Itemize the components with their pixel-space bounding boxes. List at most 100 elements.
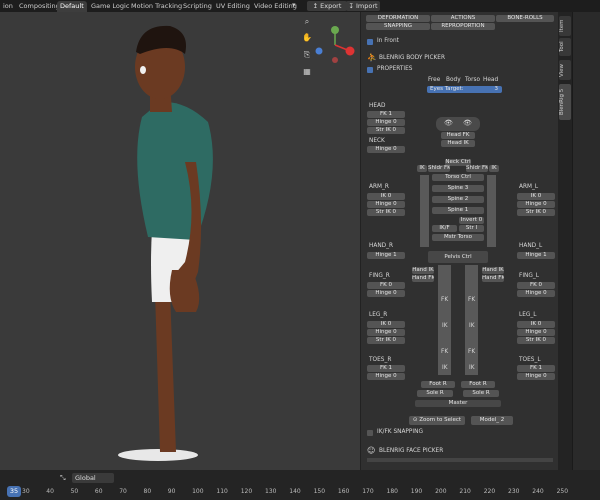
shoulder-l-fk[interactable]: Shldr FK	[466, 165, 488, 172]
invert-toggle[interactable]: Invert 0	[459, 217, 484, 224]
reproportion-button[interactable]: REPROPORTION	[431, 23, 495, 30]
tab-compositing[interactable]: Compositing	[16, 1, 63, 12]
shoulder-r-ik[interactable]: IK	[417, 165, 427, 172]
head-str-ik-toggle[interactable]: Str IK 0	[367, 127, 405, 134]
eyes-target-slider[interactable]: Eyes Target: 3	[427, 86, 502, 93]
hand-r-hinge-toggle[interactable]: Hinge 1	[367, 252, 405, 259]
frame-tick: 90	[167, 488, 176, 495]
tab-scripting[interactable]: Scripting	[180, 1, 215, 12]
zoom-to-select-button[interactable]: ⊙ Zoom to Select	[409, 416, 465, 425]
str-i-toggle[interactable]: Str I	[459, 225, 484, 232]
pelvis-ctrl-bone[interactable]: Pelvis Ctrl	[428, 251, 488, 263]
face-picker-scroll[interactable]	[367, 458, 553, 462]
fing-l-hinge-toggle[interactable]: Hinge 0	[517, 290, 555, 297]
frame-tick: 230	[508, 488, 520, 495]
arm-l-ik-toggle[interactable]: IK 0	[517, 193, 555, 200]
navigation-gizmo[interactable]	[313, 24, 355, 66]
shoulder-l-ik[interactable]: IK	[489, 165, 499, 172]
zoom-icon[interactable]: ⌕	[300, 16, 314, 27]
neck-hinge-toggle[interactable]: Hinge 0	[367, 146, 405, 153]
outliner-panel[interactable]	[572, 12, 600, 470]
leg-l-ik-toggle[interactable]: IK 0	[517, 321, 555, 328]
tab-item[interactable]: Item	[559, 16, 571, 36]
pin-icon[interactable]: ▾	[292, 1, 296, 9]
leg-l-hinge-toggle[interactable]: Hinge 0	[517, 329, 555, 336]
leg-r-hinge-toggle[interactable]: Hinge 0	[367, 329, 405, 336]
arm-r-ik-toggle[interactable]: IK 0	[367, 193, 405, 200]
head-fk-toggle[interactable]: FK 1	[367, 111, 405, 118]
arm-l-hinge-toggle[interactable]: Hinge 0	[517, 201, 555, 208]
leg-l-chain[interactable]	[465, 265, 478, 375]
properties-checkbox[interactable]	[367, 67, 373, 73]
fing-l-fk-toggle[interactable]: FK 0	[517, 282, 555, 289]
fing-r-hinge-toggle[interactable]: Hinge 0	[367, 290, 405, 297]
actions-button[interactable]: ACTIONS	[431, 15, 495, 22]
arm-l-str-ik-toggle[interactable]: Str IK 0	[517, 209, 555, 216]
ikfk-snapping-checkbox[interactable]	[367, 430, 373, 436]
bone-rolls-button[interactable]: BONE-ROLLS	[496, 15, 554, 22]
tab-game-logic[interactable]: Game Logic	[88, 1, 132, 12]
hand-l-ik-bone[interactable]: Hand IK	[482, 267, 504, 274]
fing-r-fk-toggle[interactable]: FK 0	[367, 282, 405, 289]
leg-r-str-ik-toggle[interactable]: Str IK 0	[367, 337, 405, 344]
tab-view[interactable]: View	[559, 60, 571, 80]
toes-l-fk-toggle[interactable]: FK 1	[517, 365, 555, 372]
deformation-button[interactable]: DEFORMATION	[366, 15, 430, 22]
arm-r-hinge-toggle[interactable]: Hinge 0	[367, 201, 405, 208]
arm-r-str-ik-toggle[interactable]: Str IK 0	[367, 209, 405, 216]
frame-tick: 80	[143, 488, 152, 495]
tab-tool[interactable]: Tool	[559, 38, 571, 56]
torso-ctrl-bone[interactable]: Torso Ctrl	[432, 174, 484, 181]
hand-r-fk-bone[interactable]: Hand FK	[412, 275, 434, 282]
toes-r-fk-toggle[interactable]: FK 1	[367, 365, 405, 372]
tab-uv-editing[interactable]: UV Editing	[213, 1, 253, 12]
spine-3-bone[interactable]: Spine 3	[432, 185, 484, 192]
leg-r-chain[interactable]	[438, 265, 451, 375]
foot-r-fk-bone[interactable]: Foot R	[421, 381, 455, 388]
grid-icon[interactable]: ▦	[300, 66, 314, 77]
tab-default[interactable]: Default	[57, 1, 87, 12]
sole-r-bone[interactable]: Sole R	[417, 390, 453, 397]
transform-orientation-dropdown[interactable]: Global	[72, 473, 114, 483]
tab-animation[interactable]: ion	[0, 1, 16, 12]
mstr-torso-bone[interactable]: Mstr Torso	[432, 234, 484, 241]
foot-r-ik-bone[interactable]: Foot R	[461, 381, 495, 388]
face-picker-box[interactable]: 👁 👁	[436, 117, 480, 131]
timeline[interactable]: ⤡ Global 35 30 40 50 60 70 80 90 100 110 120 130 14…	[0, 470, 600, 500]
3d-viewport[interactable]: ⌕ ✋ ⎘ ▦	[0, 12, 360, 482]
eye-l-icon[interactable]: 👁	[463, 119, 472, 127]
head-fk-bone[interactable]: Head FK	[441, 132, 475, 139]
shoulder-r-fk[interactable]: Shldr FK	[428, 165, 450, 172]
tab-blenrig[interactable]: BlenRig 5	[559, 84, 571, 120]
master-bone[interactable]: Master	[415, 400, 501, 407]
frame-tick: 250	[556, 488, 569, 495]
hand-r-ik-bone[interactable]: Hand IK	[412, 267, 434, 274]
snapping-button[interactable]: SNAPPING	[366, 23, 430, 30]
frame-tick: 180	[386, 488, 398, 495]
hand-l-hinge-toggle[interactable]: Hinge 1	[517, 252, 555, 259]
arm-l-chain[interactable]	[487, 175, 496, 247]
properties-label: PROPERTIES	[377, 66, 413, 72]
arm-r-chain[interactable]	[420, 175, 429, 247]
spine-2-bone[interactable]: Spine 2	[432, 196, 484, 203]
in-front-checkbox[interactable]	[367, 39, 373, 45]
ik-f-toggle[interactable]: IK/F	[432, 225, 457, 232]
toes-r-hinge-toggle[interactable]: Hinge 0	[367, 373, 405, 380]
head-ik-bone[interactable]: Head IK	[441, 140, 475, 147]
leg-l-str-ik-toggle[interactable]: Str IK 0	[517, 337, 555, 344]
current-frame-indicator[interactable]: 35	[7, 486, 21, 497]
tab-motion-tracking[interactable]: Motion Tracking	[128, 1, 185, 12]
model-field[interactable]: Model_ 2	[471, 416, 513, 425]
eye-r-icon[interactable]: 👁	[444, 119, 453, 127]
camera-icon[interactable]: ⎘	[300, 49, 314, 60]
hand-l-fk-bone[interactable]: Hand FK	[482, 275, 504, 282]
leg-r-ik-toggle[interactable]: IK 0	[367, 321, 405, 328]
toes-l-hinge-toggle[interactable]: Hinge 0	[517, 373, 555, 380]
head-hinge-toggle[interactable]: Hinge 0	[367, 119, 405, 126]
import-button[interactable]: ↧ Import	[346, 1, 380, 11]
leg-l-fk-label: FK	[468, 297, 476, 303]
pan-icon[interactable]: ✋	[300, 32, 314, 43]
spine-1-bone[interactable]: Spine 1	[432, 207, 484, 214]
sole-l-bone[interactable]: Sole R	[463, 390, 499, 397]
export-button[interactable]: ↥ Export	[307, 1, 347, 11]
